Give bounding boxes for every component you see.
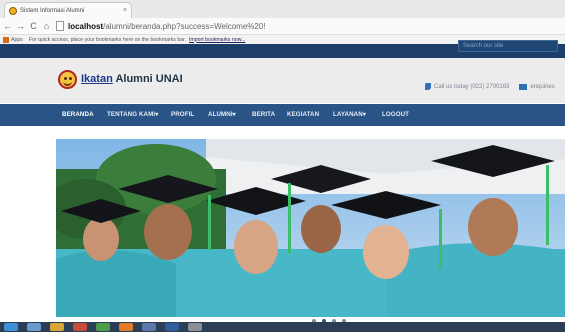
start-icon[interactable]: [4, 323, 18, 331]
browser-tab[interactable]: Sistem Informasi Alumni ×: [4, 2, 132, 18]
apps-shortcut[interactable]: Apps: [3, 36, 23, 43]
taskbar-app-icon[interactable]: [50, 323, 64, 331]
address-bar[interactable]: localhost /alumni/beranda.php?success=We…: [56, 21, 266, 31]
home-icon[interactable]: ⌂: [41, 21, 52, 31]
browser-toolbar: ← → C ⌂ localhost /alumni/beranda.php?su…: [0, 18, 565, 35]
site-search-input[interactable]: Search our site: [458, 40, 558, 52]
dropdown-caret-icon: ▾: [232, 111, 236, 118]
nav-item-berita[interactable]: BERITA: [252, 104, 275, 126]
phone-icon: [425, 83, 431, 90]
apps-grid-icon: [3, 36, 9, 43]
nav-item-profil[interactable]: PROFIL: [171, 104, 194, 126]
forward-icon[interactable]: →: [15, 21, 26, 31]
url-path: /alumni/beranda.php?success=Welcome%20!: [103, 21, 266, 31]
nav-item-kegiatan[interactable]: KEGIATAN: [287, 104, 319, 126]
os-taskbar: [0, 322, 565, 332]
site-name[interactable]: Ikatan Alumni UNAI: [81, 73, 183, 85]
url-host: localhost: [68, 21, 104, 31]
taskbar-app-icon[interactable]: [27, 323, 41, 331]
import-bookmarks-link[interactable]: Import bookmarks now...: [189, 37, 246, 43]
taskbar-app-icon[interactable]: [188, 323, 202, 331]
page-icon: [56, 21, 64, 31]
taskbar-app-icon[interactable]: [96, 323, 110, 331]
dropdown-caret-icon: ▾: [155, 111, 159, 118]
nav-item-tentang-kami[interactable]: TENTANG KAMI▾: [107, 104, 158, 126]
contact-info: Call us today (022) 2700163 enquiries: [425, 83, 555, 90]
phone-text: Call us today (022) 2700163: [434, 83, 510, 90]
alumni-logo-icon[interactable]: [58, 70, 77, 89]
site-favicon-icon: [9, 6, 17, 15]
site-name-rest: Alumni UNAI: [112, 73, 183, 85]
close-tab-icon[interactable]: ×: [123, 7, 127, 14]
site-name-prefix: Ikatan: [81, 73, 113, 85]
nav-item-alumni[interactable]: ALUMNI▾: [208, 104, 236, 126]
taskbar-app-icon[interactable]: [142, 323, 156, 331]
browser-tab-bar: Sistem Informasi Alumni ×: [0, 0, 565, 18]
nav-item-layanan[interactable]: LAYANAN▾: [333, 104, 366, 126]
nav-item-logout[interactable]: LOGOUT: [382, 104, 409, 126]
back-icon[interactable]: ←: [2, 21, 13, 31]
reload-icon[interactable]: C: [28, 21, 39, 31]
mail-icon: [519, 83, 528, 90]
dropdown-caret-icon: ▾: [362, 111, 367, 118]
bookmarks-hint: For quick access, place your bookmarks h…: [28, 36, 186, 43]
hero-slide-image[interactable]: [56, 139, 565, 317]
email-text[interactable]: enquiries: [530, 84, 554, 90]
taskbar-app-icon[interactable]: [119, 323, 133, 331]
tab-title: Sistem Informasi Alumni: [20, 7, 85, 14]
graduates-photo: [56, 139, 565, 317]
taskbar-app-icon[interactable]: [165, 323, 179, 331]
nav-item-beranda[interactable]: BERANDA: [62, 104, 94, 126]
taskbar-app-icon[interactable]: [73, 323, 87, 331]
